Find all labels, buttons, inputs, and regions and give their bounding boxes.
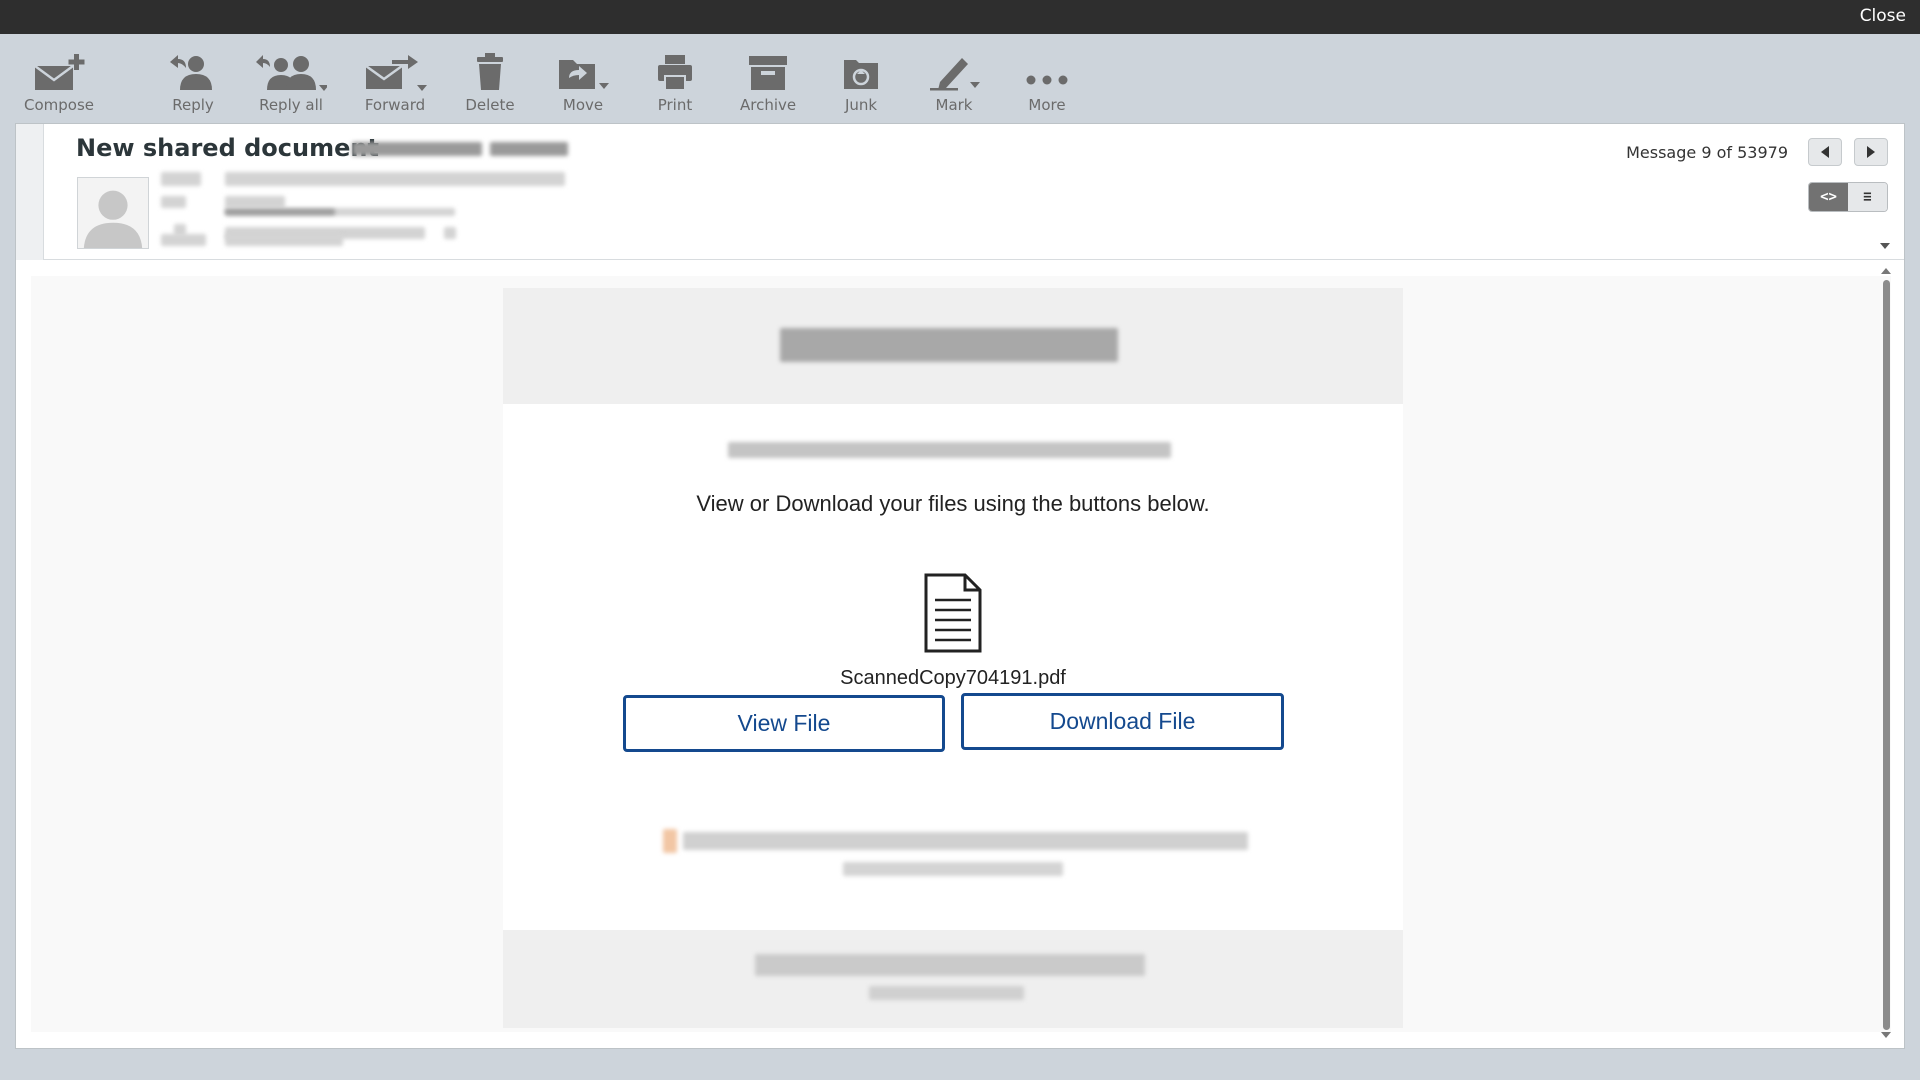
redacted-from-address	[225, 172, 565, 186]
arrow-right-icon	[1867, 146, 1875, 158]
archive-button[interactable]: Archive	[740, 52, 796, 122]
redacted-card-title	[780, 328, 1118, 362]
reply-button[interactable]: Reply	[166, 52, 220, 122]
header-expand-chevron-icon[interactable]	[1880, 243, 1890, 249]
html-view-button[interactable]: <>	[1809, 183, 1848, 211]
email-instruction-text: View or Download your files using the bu…	[696, 491, 1210, 516]
forward-icon	[362, 52, 428, 92]
message-body-scrollbar[interactable]	[1878, 264, 1894, 1040]
compose-button[interactable]: Compose	[24, 52, 94, 122]
person-silhouette-icon	[78, 178, 148, 248]
pen-mark-icon	[926, 52, 982, 92]
message-subject: New shared document	[76, 134, 379, 162]
forward-label: Forward	[364, 96, 426, 114]
mark-label: Mark	[935, 96, 973, 114]
close-button[interactable]: Close	[1860, 6, 1906, 26]
mail-toolbar: Compose Reply Reply all Forward Delete M…	[0, 34, 1920, 122]
redacted-logo	[663, 829, 677, 853]
compose-icon	[32, 52, 86, 92]
message-header: New shared document Message 9 of 53979 <…	[44, 124, 1904, 260]
more-button[interactable]: More	[1020, 52, 1074, 122]
message-counter: Message 9 of 53979	[1626, 143, 1788, 162]
reply-all-button[interactable]: Reply all	[255, 52, 327, 122]
delete-button[interactable]: Delete	[463, 52, 517, 122]
redacted-from-label	[161, 172, 201, 186]
move-folder-icon	[555, 52, 611, 92]
message-panel: New shared document Message 9 of 53979 <…	[15, 123, 1905, 1049]
forward-button[interactable]: Forward	[362, 52, 428, 122]
ellipsis-icon	[1020, 52, 1074, 92]
redacted-footer-line	[755, 954, 1145, 976]
print-label: Print	[657, 96, 693, 114]
attachment-filename: ScannedCopy704191.pdf	[840, 667, 1066, 689]
archive-box-icon	[741, 52, 795, 92]
redacted-subject-part	[490, 142, 568, 156]
email-card: View or Download your files using the bu…	[503, 288, 1403, 1028]
redacted-footer-text	[843, 862, 1063, 876]
next-message-button[interactable]	[1854, 138, 1888, 166]
redacted-value	[225, 196, 285, 208]
plain-text-view-button[interactable]: ≡	[1848, 183, 1887, 211]
scroll-down-icon[interactable]	[1881, 1032, 1891, 1038]
header-side-strip	[16, 124, 44, 260]
view-mode-toggle: <> ≡	[1808, 182, 1888, 212]
avatar	[77, 177, 149, 249]
reply-label: Reply	[172, 96, 214, 114]
print-button[interactable]: Print	[648, 52, 702, 122]
email-card-header	[503, 288, 1403, 404]
redacted-date-value	[225, 234, 343, 246]
delete-label: Delete	[465, 96, 515, 114]
archive-label: Archive	[740, 96, 797, 114]
junk-icon	[834, 52, 888, 92]
more-label: More	[1028, 96, 1066, 114]
email-card-footer	[503, 930, 1403, 1028]
scrollbar-thumb[interactable]	[1883, 280, 1890, 1030]
top-bar: Close	[0, 0, 1920, 34]
reply-all-icon	[255, 52, 327, 92]
redacted-date-label	[161, 234, 206, 246]
redacted-footer-line	[869, 986, 1024, 1000]
move-button[interactable]: Move	[555, 52, 611, 122]
redacted-value	[225, 209, 335, 215]
trash-icon	[463, 52, 517, 92]
view-file-button[interactable]: View File	[623, 695, 945, 752]
move-label: Move	[562, 96, 604, 114]
reply-all-label: Reply all	[259, 96, 323, 114]
message-body: View or Download your files using the bu…	[31, 276, 1891, 1032]
compose-label: Compose	[24, 96, 95, 114]
reply-icon	[166, 52, 220, 92]
redacted-greeting	[728, 442, 1171, 458]
download-file-button[interactable]: Download File	[961, 693, 1284, 750]
redacted-value	[444, 227, 456, 239]
redacted-subject-part	[352, 142, 482, 156]
redacted-label	[161, 196, 186, 208]
redacted-footer-text	[683, 832, 1248, 850]
document-icon	[923, 572, 983, 654]
arrow-left-icon	[1821, 146, 1829, 158]
previous-message-button[interactable]	[1808, 138, 1842, 166]
scroll-up-icon[interactable]	[1881, 268, 1891, 274]
printer-icon	[648, 52, 702, 92]
mark-button[interactable]: Mark	[926, 52, 982, 122]
junk-button[interactable]: Junk	[834, 52, 888, 122]
junk-label: Junk	[844, 96, 878, 114]
